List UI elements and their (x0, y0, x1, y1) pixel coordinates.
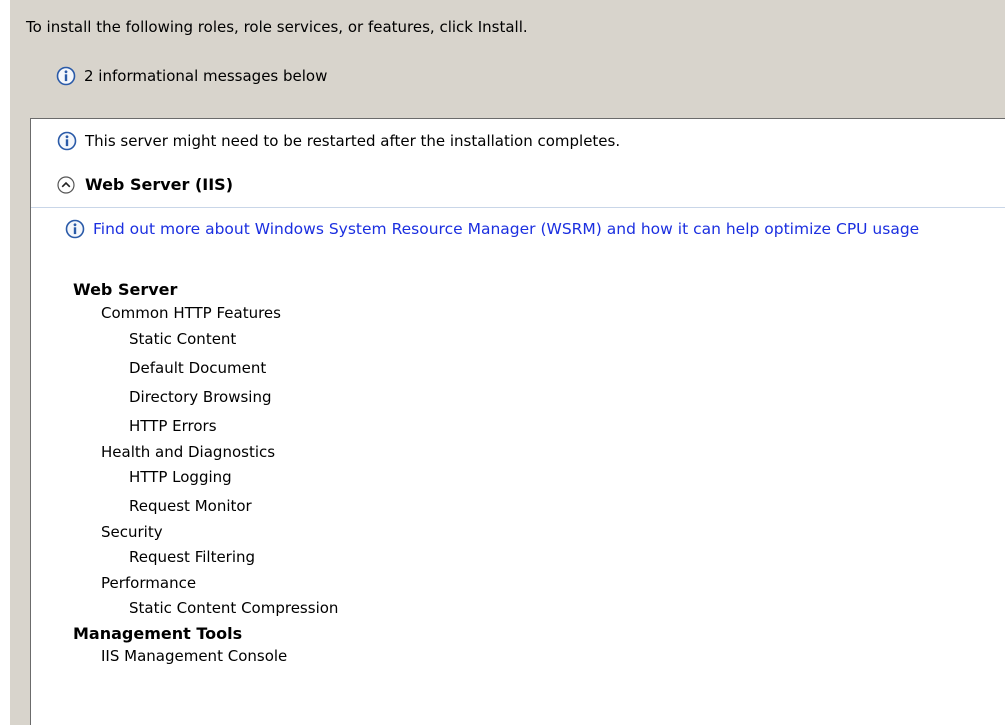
tree-item-http-logging: HTTP Logging (129, 468, 232, 486)
section-divider (31, 207, 1005, 208)
tree-item-common-http: Common HTTP Features (101, 304, 281, 322)
confirmation-panel: This server might need to be restarted a… (30, 118, 1005, 725)
left-edge (0, 0, 10, 725)
section-title: Web Server (IIS) (85, 175, 234, 194)
tree-item-health-diagnostics: Health and Diagnostics (101, 443, 276, 461)
tree-item-directory-browsing: Directory Browsing (129, 388, 272, 406)
tree-item-static-content: Static Content (129, 330, 237, 348)
tree-item-management-tools: Management Tools (73, 624, 243, 643)
intro-text: To install the following roles, role ser… (26, 18, 528, 36)
info-icon (56, 66, 76, 86)
section-header-web-server[interactable]: Web Server (IIS) (57, 175, 233, 194)
tree-item-request-monitor: Request Monitor (129, 497, 252, 515)
tree-item-static-compression: Static Content Compression (129, 599, 339, 617)
message-count: 2 informational messages below (56, 66, 327, 86)
tree-item-web-server: Web Server (73, 280, 178, 299)
message-count-text: 2 informational messages below (84, 67, 328, 85)
tree-item-iis-console: IIS Management Console (101, 647, 288, 665)
confirmation-page: To install the following roles, role ser… (10, 0, 1005, 725)
info-icon (57, 131, 77, 151)
restart-note-text: This server might need to be restarted a… (85, 132, 621, 150)
restart-note: This server might need to be restarted a… (57, 131, 620, 151)
wsrm-link[interactable]: Find out more about Windows System Resou… (93, 217, 919, 242)
tree-item-http-errors: HTTP Errors (129, 417, 217, 435)
wsrm-note: Find out more about Windows System Resou… (65, 217, 1005, 242)
tree-item-performance: Performance (101, 574, 197, 592)
tree-item-security: Security (101, 523, 163, 541)
tree-item-request-filtering: Request Filtering (129, 548, 256, 566)
info-icon (65, 219, 85, 239)
tree-item-default-document: Default Document (129, 359, 267, 377)
feature-tree: Web Server Common HTTP Features Static C… (73, 279, 993, 667)
collapse-chevron-icon[interactable] (57, 175, 75, 194)
